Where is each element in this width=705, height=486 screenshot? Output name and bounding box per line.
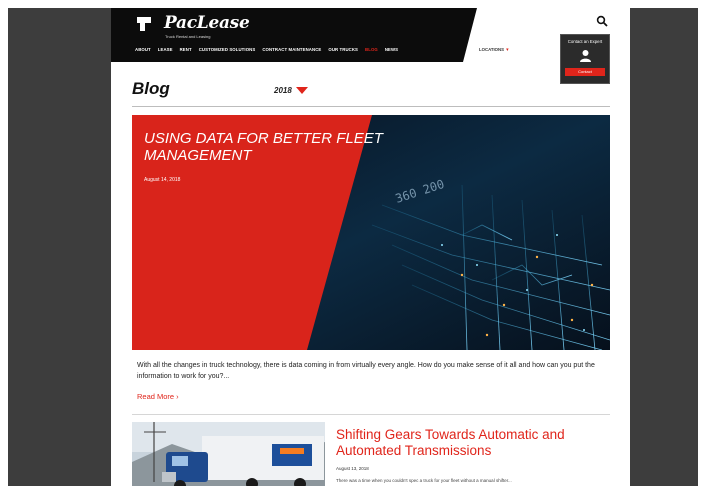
- nav-item-lease[interactable]: LEASE: [158, 47, 173, 52]
- featured-post-date: August 14, 2018: [144, 177, 181, 183]
- main-nav: ABOUT LEASE RENT CUSTOMIZED SOLUTIONS CO…: [135, 47, 398, 52]
- contact-button[interactable]: Contact: [565, 68, 605, 76]
- nav-item-rent[interactable]: RENT: [180, 47, 192, 52]
- nav-item-about[interactable]: ABOUT: [135, 47, 151, 52]
- page: PacLease Truck Rental and Leasing ABOUT …: [111, 8, 630, 486]
- contact-expert-label: Contact an Expert: [567, 39, 603, 44]
- locations-link[interactable]: LOCATIONS ▼: [479, 47, 509, 52]
- post-divider: [132, 414, 610, 415]
- read-more-link[interactable]: Read More ›: [137, 392, 179, 401]
- year-select[interactable]: 2018: [274, 86, 308, 95]
- left-backdrop: [8, 8, 111, 486]
- chevron-down-icon: [295, 87, 308, 94]
- second-post-title[interactable]: Shifting Gears Towards Automatic and Aut…: [336, 427, 616, 459]
- featured-post-image[interactable]: 360 200 USING DATA FOR BETTER FLEET MANA…: [132, 115, 610, 350]
- second-post-date: August 13, 2018: [336, 466, 369, 471]
- paclease-logo-icon[interactable]: [135, 15, 153, 33]
- nav-item-our-trucks[interactable]: OUR TRUCKS: [328, 47, 358, 52]
- nav-item-contract-maintenance[interactable]: CONTRACT MAINTENANCE: [262, 47, 321, 52]
- search-icon[interactable]: [596, 15, 608, 27]
- brand-name[interactable]: PacLease: [164, 13, 250, 33]
- location-pin-icon: ▼: [505, 47, 510, 52]
- second-post-excerpt: There was a time when you couldn't spec …: [336, 478, 512, 483]
- contact-expert-widget[interactable]: Contact an Expert Contact: [560, 34, 610, 84]
- brand-tagline: Truck Rental and Leasing: [165, 34, 211, 39]
- person-icon: [580, 50, 591, 62]
- locations-label: LOCATIONS: [479, 47, 504, 52]
- nav-item-blog[interactable]: BLOG: [365, 47, 378, 52]
- nav-item-customized-solutions[interactable]: CUSTOMIZED SOLUTIONS: [199, 47, 256, 52]
- page-title: Blog: [132, 79, 170, 98]
- second-post-thumbnail[interactable]: [132, 422, 325, 486]
- nav-item-news[interactable]: NEWS: [385, 47, 398, 52]
- featured-post-title[interactable]: USING DATA FOR BETTER FLEET MANAGEMENT: [144, 130, 394, 164]
- year-select-value: 2018: [274, 86, 292, 95]
- featured-post-excerpt: With all the changes in truck technology…: [137, 362, 595, 380]
- title-divider: [132, 106, 610, 107]
- truck-photo: [132, 422, 325, 486]
- right-backdrop: [630, 8, 698, 486]
